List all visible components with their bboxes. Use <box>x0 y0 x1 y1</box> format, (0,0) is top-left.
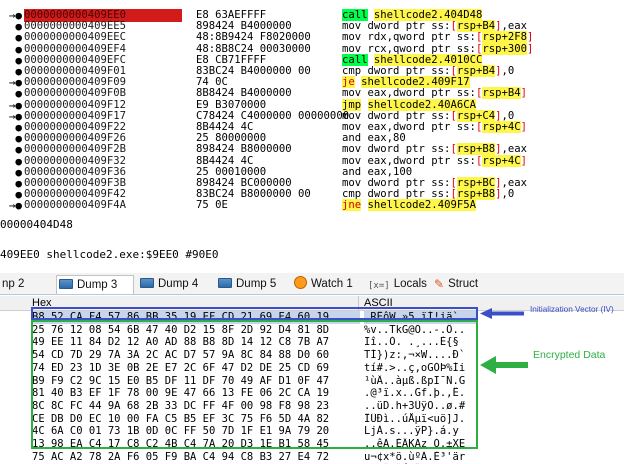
ascii-text[interactable]: u¬¢x*ö.ùºÄ.È³'är <box>364 451 476 464</box>
address-status-line: 00000404D48 <box>0 218 73 231</box>
tab-dump-2[interactable]: np 2 <box>0 275 56 294</box>
tab-label: Struct <box>448 278 479 290</box>
instruction-token: [ <box>450 65 457 77</box>
iv-annotation-label: Initialization Vector (IV) <box>530 305 614 314</box>
instruction-token: rsp+B8 <box>456 188 496 201</box>
tab-dump-4[interactable]: Dump 4 <box>138 275 216 294</box>
instruction-token: rsp+B4 <box>456 65 496 77</box>
disasm-address[interactable]: 0000000000409F4A <box>24 199 182 212</box>
disasm-bytes: 75 0E <box>196 199 228 212</box>
instruction-token: cmp dword ptr ss: <box>342 65 451 77</box>
watch-icon <box>294 276 307 289</box>
instruction-token: rsp+B8 <box>456 143 496 156</box>
instruction-token: call <box>342 9 368 21</box>
encrypted-data-highlight-box <box>31 320 478 449</box>
tab-struct[interactable]: ✎ Struct <box>432 275 492 294</box>
disasm-instruction[interactable]: jne shellcode2.409F5A <box>342 199 624 212</box>
instruction-token: cmp dword ptr ss: <box>342 188 451 201</box>
memory-icon <box>59 279 73 289</box>
instruction-token: and eax,100 <box>342 165 413 178</box>
instruction-token: ,0 <box>501 188 515 201</box>
instruction-token: mov dword ptr ss: <box>342 20 451 33</box>
instruction-token: ] <box>520 154 527 167</box>
tab-label: Watch 1 <box>311 278 353 290</box>
instruction-token: ,eax <box>501 143 528 156</box>
instruction-token: mov eax,dword ptr ss: <box>342 121 476 133</box>
instruction-token: [ <box>450 177 457 189</box>
instruction-token: rsp+B4 <box>456 20 496 33</box>
tab-dump-3[interactable]: Dump 3 <box>56 275 134 294</box>
disasm-row[interactable]: →● 0000000000409F4A 75 0E jne shellcode2.40… <box>0 199 624 212</box>
tab-label: Dump 3 <box>77 279 118 291</box>
dump-row[interactable]: 75 AC A2 78 2A F6 05 F9 BA C4 94 C8 B3 2… <box>0 451 624 464</box>
instruction-token: ,0 <box>501 109 515 122</box>
instruction-token: rsp+C4 <box>456 109 496 122</box>
instruction-token: ,0 <box>501 65 515 77</box>
instruction-token <box>361 199 367 211</box>
instruction-token: shellcode2.409F5A <box>367 199 476 212</box>
instruction-token: jmp <box>342 98 362 111</box>
instruction-token: [ <box>450 20 457 33</box>
instruction-token: and eax,80 <box>342 132 406 145</box>
tab-label: np 2 <box>2 278 25 290</box>
instruction-token: ,eax <box>501 20 528 33</box>
instruction-token: ] <box>520 121 527 133</box>
instruction-token: shellcode2.40A6CA <box>367 98 476 111</box>
hex-bytes[interactable]: 75 AC A2 78 2A F6 05 F9 BA C4 94 C8 B3 2… <box>32 451 360 464</box>
instruction-token: [ <box>450 188 457 201</box>
instruction-token: rsp+300 <box>482 42 527 55</box>
instruction-token: rsp+4C <box>482 121 521 133</box>
struct-icon: ✎ <box>434 277 445 291</box>
tab-locals[interactable]: [x=] Locals <box>366 275 430 294</box>
tab-label: Dump 5 <box>236 278 277 290</box>
instruction-token: ] <box>526 42 534 55</box>
instruction-token: ] <box>520 87 527 100</box>
instruction-token: jne <box>342 199 362 212</box>
iv-arrow-icon <box>480 308 524 319</box>
instruction-token: [ <box>450 143 457 156</box>
locals-icon: [x=] <box>368 281 390 291</box>
instruction-token <box>361 99 367 111</box>
address-info-bar: 409EE0 shellcode2.exe:$9EE0 #90E0 <box>0 248 219 261</box>
instruction-token: mov dword ptr ss: <box>342 109 451 122</box>
instruction-token: mov rcx,qword ptr ss: <box>342 42 476 55</box>
instruction-token: shellcode2.409F17 <box>361 76 470 89</box>
memory-icon <box>140 278 154 288</box>
instruction-token: rsp+B4 <box>482 87 521 100</box>
memory-icon <box>218 278 232 288</box>
instruction-token: rsp+4C <box>482 154 521 167</box>
instruction-token <box>368 54 374 66</box>
instruction-token: mov dword ptr ss: <box>342 143 451 156</box>
instruction-token: rsp+BC <box>456 177 496 189</box>
instruction-token: shellcode2.4010CC <box>373 53 483 66</box>
instruction-token: mov eax,dword ptr ss: <box>342 87 476 100</box>
encrypted-annotation-label: Encrypted Data <box>533 349 606 361</box>
instruction-token: ,eax <box>501 177 528 189</box>
instruction-token: mov rdx,qword ptr ss: <box>342 31 476 44</box>
instruction-token: call <box>342 53 368 66</box>
tab-watch-1[interactable]: Watch 1 <box>292 275 366 294</box>
encrypted-arrow-icon <box>480 356 528 374</box>
jump-target-marker-icon[interactable]: →● <box>0 199 22 212</box>
instruction-token: [ <box>450 109 457 122</box>
tab-dump-5[interactable]: Dump 5 <box>216 275 294 294</box>
disassembly-pane[interactable]: →● 0000000000409EE0 E8 63AEFFFF call shellc… <box>0 9 624 214</box>
instruction-token: ] <box>526 31 534 44</box>
instruction-token: mov eax,dword ptr ss: <box>342 154 476 167</box>
instruction-token <box>368 9 374 21</box>
instruction-token: rsp+2F8 <box>482 31 527 44</box>
tab-label: Locals <box>393 278 427 290</box>
instruction-token: je <box>342 76 355 89</box>
instruction-token: mov dword ptr ss: <box>342 177 451 189</box>
instruction-token: shellcode2.404D48 <box>373 9 483 21</box>
iv-highlight-box <box>31 307 478 320</box>
dump-tab-bar: np 2 Dump 3 Dump 4 Dump 5 Watch 1 [x=] Lo… <box>0 273 624 295</box>
tab-label: Dump 4 <box>158 278 199 290</box>
